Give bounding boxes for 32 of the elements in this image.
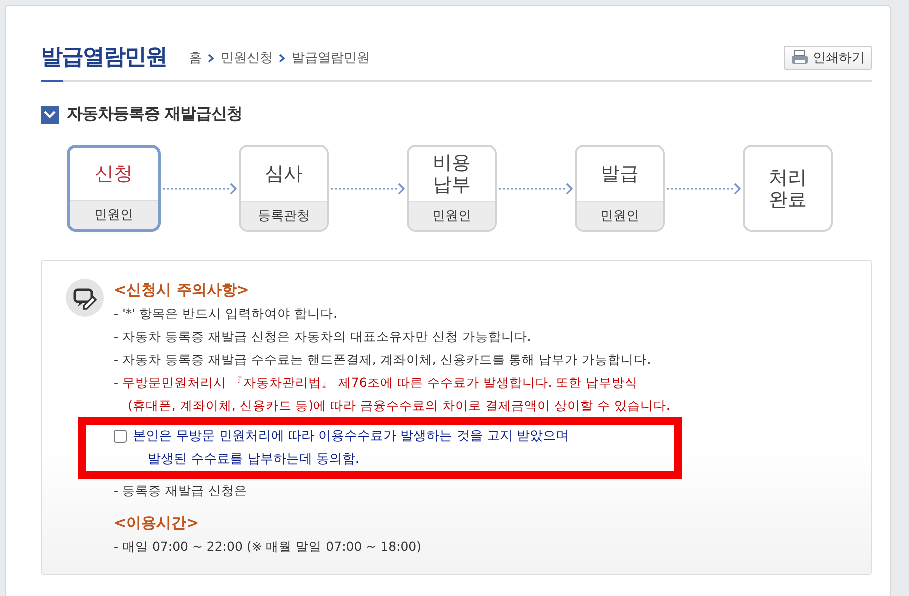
arrow-icon bbox=[665, 182, 743, 194]
notice-text: - 자동차 등록증 재발급 수수료는 핸드폰결제, 계좌이체, 신용카드를 통해 납부가 가능합니다. bbox=[114, 351, 652, 369]
chevron-icon bbox=[279, 54, 286, 62]
chevron-icon bbox=[208, 54, 215, 62]
page-title: 발급열람민원 bbox=[41, 44, 167, 72]
printer-icon bbox=[791, 50, 809, 66]
step-box[interactable]: 심사 등록관청 bbox=[239, 145, 329, 232]
agreement-text: 본인은 무방문 민원처리에 따라 이용수수료가 발생하는 것을 고지 받았으며 bbox=[133, 428, 570, 446]
notice-text: - 자동차 등록증 재발급 신청은 자동차의 대표소유자만 신청 가능합니다. bbox=[114, 328, 532, 346]
arrow-icon bbox=[497, 182, 575, 194]
step-box[interactable]: 발급 민원인 bbox=[575, 145, 665, 232]
step-box[interactable]: 신청 민원인 bbox=[67, 145, 161, 232]
step-box[interactable]: 처리 완료 bbox=[743, 145, 833, 232]
print-button[interactable]: 인쇄하기 bbox=[784, 46, 872, 70]
arrow-icon bbox=[161, 182, 239, 194]
notice-title: <신청시 주의사항> bbox=[114, 280, 250, 301]
breadcrumb-item[interactable]: 발급열람민원 bbox=[292, 49, 370, 67]
section-title: 자동차등록증 재발급신청 bbox=[67, 104, 243, 125]
hours-text: - 매일 07:00 ~ 22:00 (※ 매월 말일 07:00 ~ 18:00) bbox=[114, 538, 423, 556]
memo-icon bbox=[66, 279, 104, 317]
notice-text: (휴대폰, 계좌이체, 신용카드 등)에 따라 금융수수료의 차이로 결제금액이 상이할 수 있습니다. bbox=[127, 397, 672, 415]
expand-icon bbox=[41, 106, 59, 124]
breadcrumb-item[interactable]: 민원신청 bbox=[221, 49, 273, 67]
step-box[interactable]: 비용 납부 민원인 bbox=[407, 145, 497, 232]
arrow-icon bbox=[329, 182, 407, 194]
hours-title: <이용시간> bbox=[114, 513, 200, 534]
notice-text: - '*' 항목은 반드시 입력하여야 합니다. bbox=[114, 305, 338, 323]
notice-text: - 등록증 재발급 신청은 bbox=[114, 482, 248, 500]
breadcrumb-item[interactable]: 홈 bbox=[189, 49, 202, 67]
checkbox[interactable] bbox=[114, 430, 127, 443]
agreement-text: 발생된 수수료를 납부하는데 동의함. bbox=[147, 451, 361, 469]
notice-text: - 무방문민원처리시 『자동차관리법』 제76조에 따른 수수료가 발생합니다. 또한 납부방식 bbox=[114, 374, 640, 392]
